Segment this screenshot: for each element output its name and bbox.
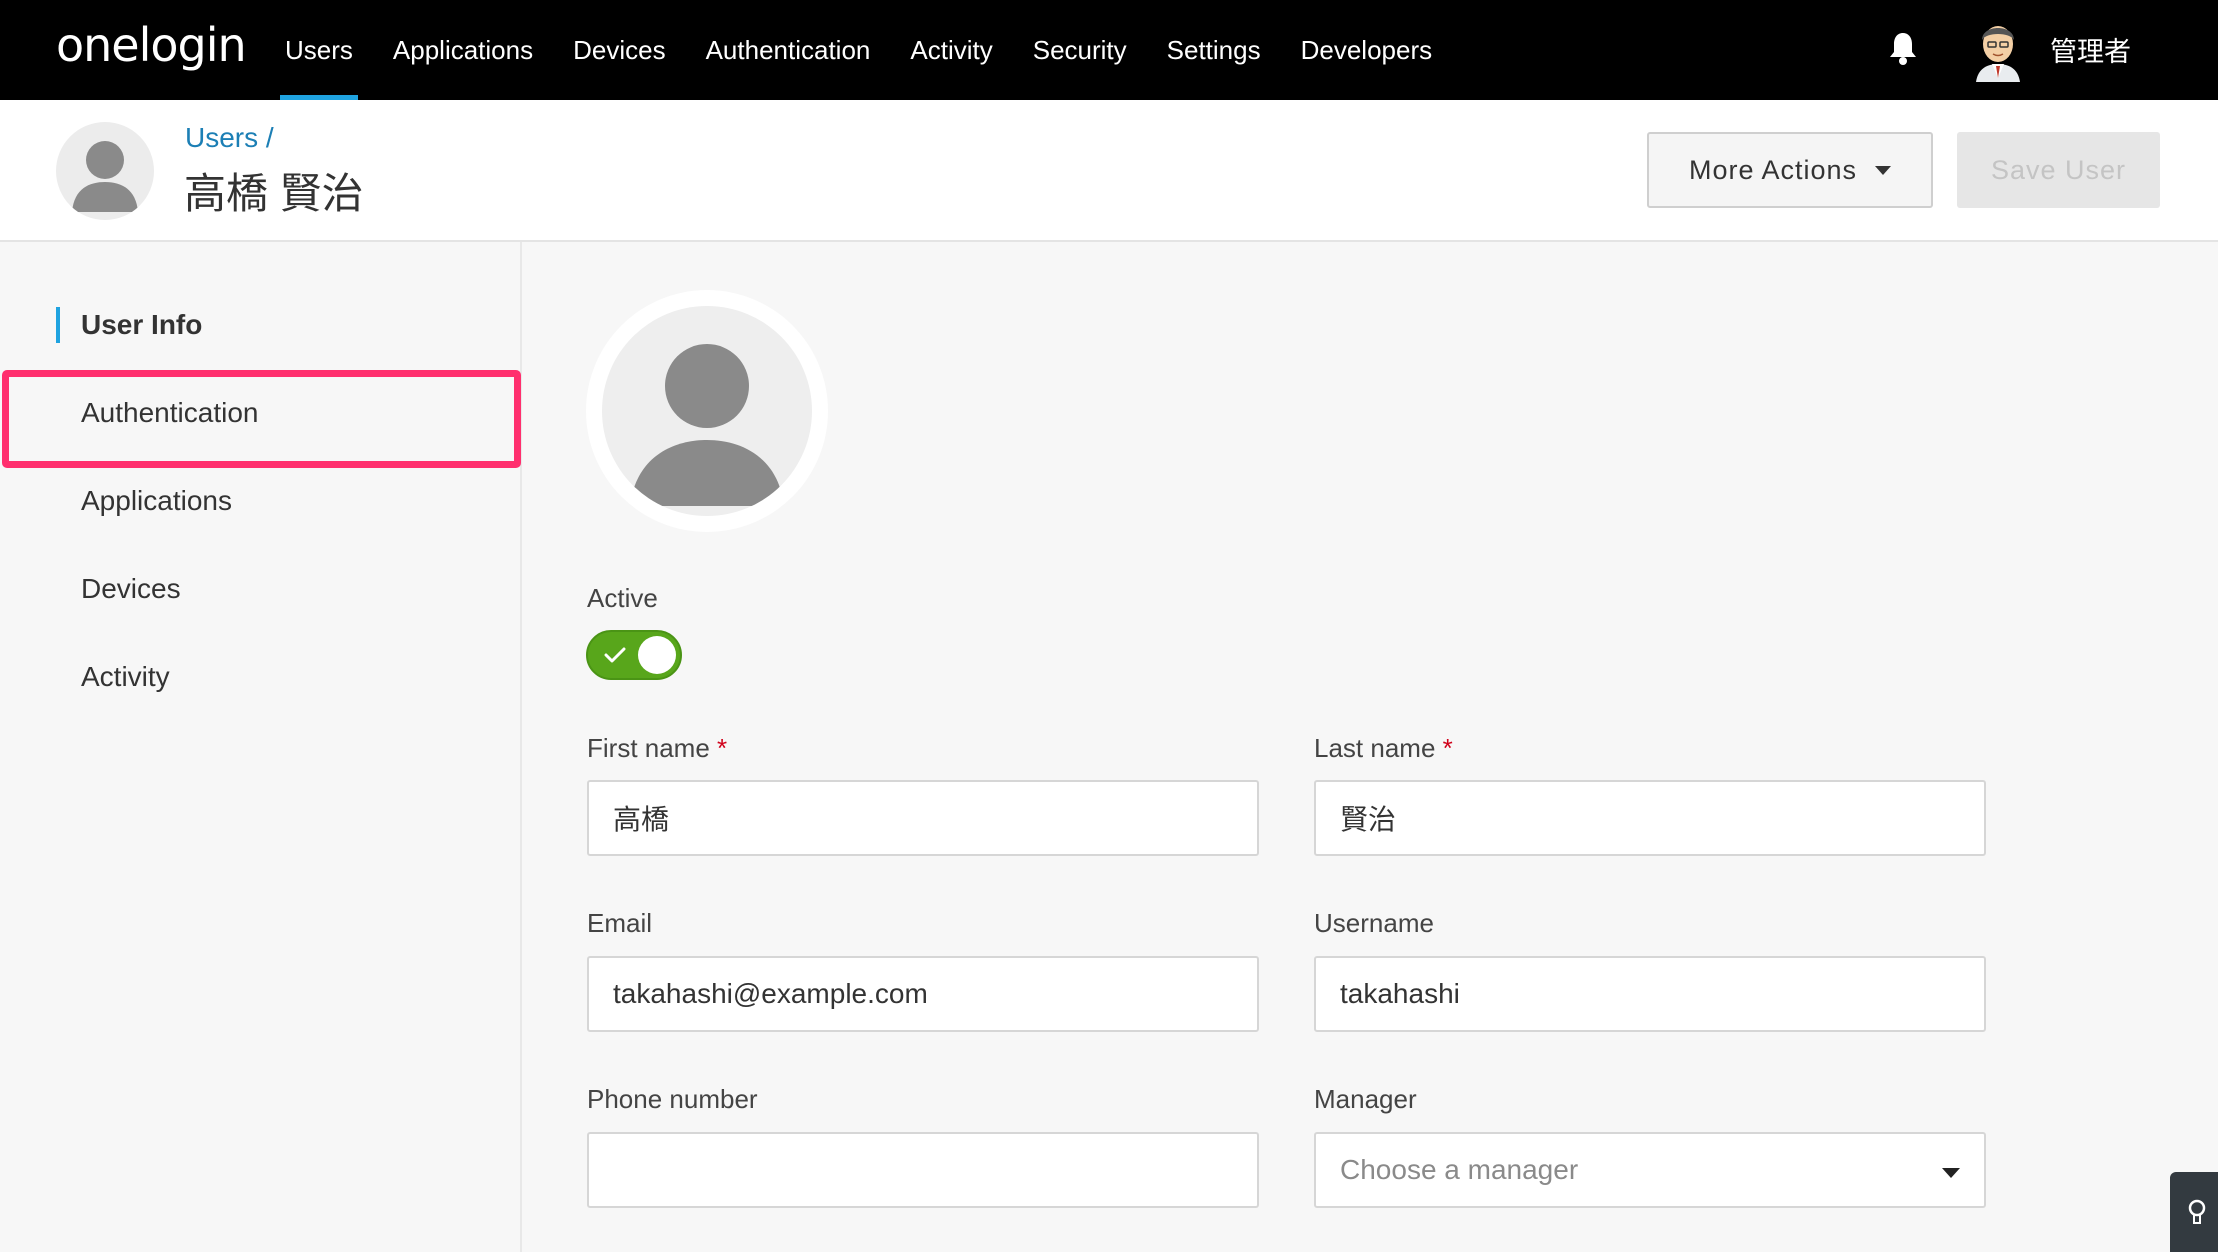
- user-avatar-icon[interactable]: [1970, 18, 2026, 82]
- first-name-field[interactable]: [587, 780, 1259, 856]
- first-name-label: First name *: [587, 733, 727, 764]
- nav-item-settings[interactable]: Settings: [1147, 0, 1281, 100]
- username-field[interactable]: [1314, 956, 1986, 1032]
- active-label: Active: [587, 583, 658, 613]
- nav-item-applications[interactable]: Applications: [373, 0, 553, 100]
- required-mark: *: [1442, 733, 1453, 763]
- last-name-label: Last name *: [1314, 733, 1453, 764]
- email-field[interactable]: [587, 956, 1259, 1032]
- email-label: Email: [587, 908, 653, 938]
- page-title: 高橋 賢治: [184, 170, 364, 217]
- onelogin-logo[interactable]: onelogin: [56, 18, 247, 72]
- sidebar-item-activity[interactable]: Activity: [0, 633, 522, 721]
- last-name-field[interactable]: [1314, 780, 1986, 856]
- sidebar-item-applications[interactable]: Applications: [0, 457, 522, 545]
- person-silhouette-icon: [602, 306, 812, 516]
- required-mark: *: [717, 733, 728, 763]
- sidebar-item-devices[interactable]: Devices: [0, 545, 522, 633]
- nav-item-developers[interactable]: Developers: [1281, 0, 1453, 100]
- username-label: Username: [1314, 908, 1434, 938]
- notification-bell-icon[interactable]: [1888, 30, 1918, 66]
- last-name-label-text: Last name: [1314, 733, 1436, 763]
- help-tab[interactable]: [2170, 1172, 2218, 1252]
- phone-number-label: Phone number: [587, 1084, 758, 1114]
- caret-down-icon: [1875, 165, 1892, 175]
- sidebar-item-user-info[interactable]: User Info: [0, 281, 522, 369]
- save-user-button[interactable]: Save User: [1957, 132, 2160, 208]
- check-icon: [604, 647, 626, 663]
- manager-placeholder: Choose a manager: [1340, 1154, 1579, 1185]
- active-toggle[interactable]: [586, 630, 682, 680]
- nav-item-users[interactable]: Users: [265, 0, 373, 100]
- breadcrumb[interactable]: Users /: [185, 122, 274, 154]
- current-user-name[interactable]: 管理者: [2050, 30, 2131, 69]
- phone-number-field[interactable]: [587, 1132, 1259, 1208]
- user-avatar: [56, 122, 154, 220]
- profile-photo[interactable]: [586, 290, 828, 532]
- top-navigation-bar: onelogin Users Applications Devices Auth…: [0, 0, 2218, 100]
- more-actions-button[interactable]: More Actions: [1647, 132, 1933, 208]
- nav-item-authentication[interactable]: Authentication: [686, 0, 891, 100]
- page-header: Users / 高橋 賢治 More Actions Save User: [0, 100, 2218, 242]
- nav-item-activity[interactable]: Activity: [890, 0, 1012, 100]
- manager-select[interactable]: Choose a manager: [1314, 1132, 1986, 1208]
- caret-down-icon: [1942, 1168, 1960, 1178]
- manager-label: Manager: [1314, 1084, 1417, 1114]
- nav-item-security[interactable]: Security: [1013, 0, 1147, 100]
- authentication-highlight-box: [2, 370, 521, 468]
- first-name-label-text: First name: [587, 733, 710, 763]
- main-nav: Users Applications Devices Authenticatio…: [265, 0, 1452, 100]
- nav-item-devices[interactable]: Devices: [553, 0, 685, 100]
- more-actions-label: More Actions: [1688, 154, 1858, 185]
- toggle-knob: [638, 636, 676, 674]
- lightbulb-icon: [2188, 1199, 2206, 1224]
